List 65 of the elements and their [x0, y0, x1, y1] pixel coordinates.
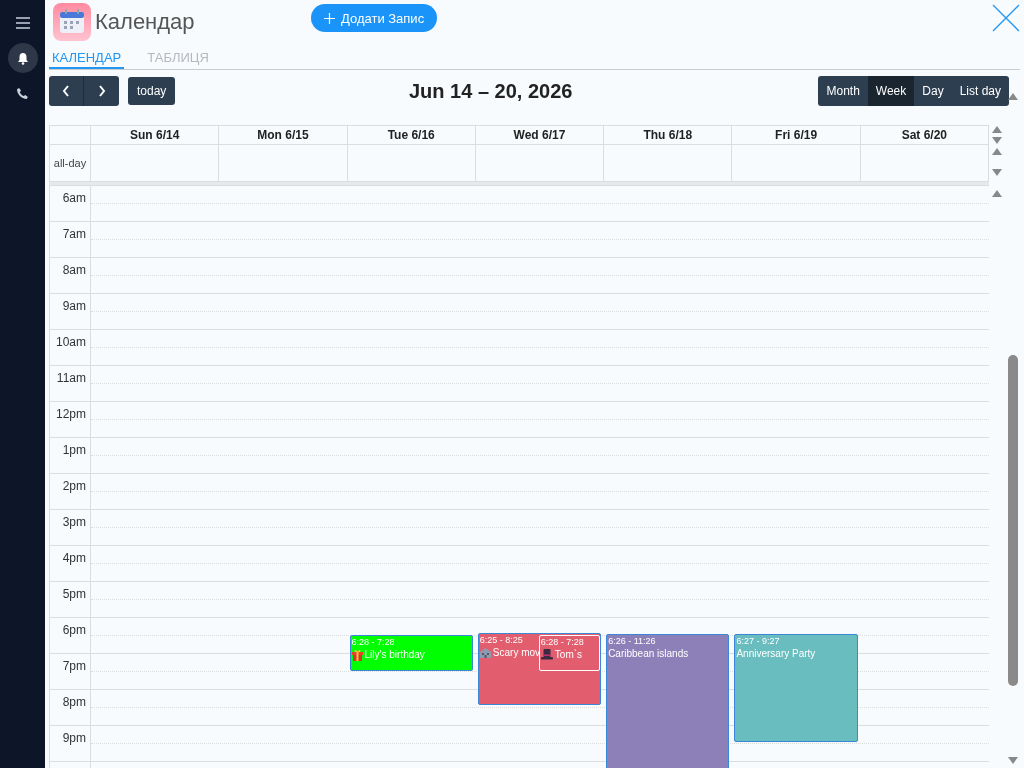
- event-time: 6:26 - 11:26: [608, 634, 656, 647]
- scroll-down-icon[interactable]: [992, 137, 1002, 144]
- time-label: 10am: [55, 335, 86, 349]
- event-title: Lily's birthday: [364, 647, 425, 662]
- date-range-title: Jun 14 – 20, 2026: [409, 79, 573, 103]
- time-label: 7am: [62, 227, 86, 241]
- scroll-up-icon[interactable]: [1008, 93, 1018, 100]
- close-icon[interactable]: [992, 4, 1020, 32]
- add-entry-button[interactable]: Додати Запис: [311, 4, 438, 32]
- time-label: 7pm: [62, 659, 86, 673]
- chevron-right-icon: [97, 85, 106, 97]
- day-header: Thu 6/18: [604, 125, 733, 144]
- event-time: 6:27 - 9:27: [736, 635, 780, 648]
- corner-cell: [50, 125, 91, 144]
- calendar-event[interactable]: 6:27 - 9:27 Anniversary Party: [734, 634, 858, 743]
- time-label: 6pm: [62, 623, 86, 637]
- scroll-down-icon[interactable]: [1008, 757, 1018, 764]
- time-label: 1pm: [62, 443, 86, 457]
- view-button[interactable]: Day: [914, 76, 952, 106]
- previous-button[interactable]: [49, 76, 84, 106]
- event-time: 6:25 - 8:25: [479, 634, 523, 646]
- time-label: 6am: [62, 191, 86, 205]
- bell-icon: [16, 51, 29, 65]
- scrollbar[interactable]: [1007, 93, 1019, 764]
- time-label: 3pm: [62, 515, 86, 529]
- calendar-event[interactable]: 6:28 - 7:28 Tom`s: [538, 634, 601, 671]
- calendar-logo-icon: [53, 3, 91, 41]
- tab[interactable]: КАЛЕНДАР: [49, 44, 125, 69]
- time-label: 5pm: [62, 587, 86, 601]
- today-button[interactable]: today: [128, 77, 176, 105]
- day-header: Tue 6/16: [347, 125, 476, 144]
- notifications-button[interactable]: [7, 43, 38, 73]
- time-label: 12pm: [55, 407, 86, 421]
- app-title: Календар: [95, 9, 196, 35]
- view-button[interactable]: List day: [951, 76, 1009, 106]
- event-title: Caribbean islands: [608, 646, 689, 661]
- menu-icon[interactable]: [14, 16, 31, 30]
- time-label: 11am: [56, 371, 86, 385]
- day-header: Fri 6/19: [732, 125, 861, 144]
- day-header: Sat 6/20: [860, 125, 989, 144]
- calendar-event[interactable]: 6:26 - 11:26 Caribbean islands: [606, 633, 730, 768]
- top-hat-icon: [540, 649, 553, 661]
- view-button[interactable]: Week: [867, 76, 915, 106]
- view-button[interactable]: Month: [818, 76, 868, 106]
- day-header: Mon 6/15: [219, 125, 348, 144]
- time-label: 2pm: [62, 479, 86, 493]
- event-time: 6:28 - 7:28: [351, 635, 395, 648]
- plus-icon: [324, 12, 335, 24]
- time-label: 4pm: [62, 551, 86, 565]
- event-title: Scary mov: [492, 646, 541, 660]
- next-button[interactable]: [84, 76, 119, 106]
- time-label: 8am: [62, 263, 86, 277]
- time-label: 8pm: [62, 695, 86, 709]
- calendar-event[interactable]: 6:25 - 8:25 Scary mov 6:28 - 7:28 Tom`s: [477, 633, 602, 705]
- chevron-left-icon: [62, 85, 70, 97]
- day-header: Wed 6/17: [475, 125, 605, 144]
- day-header: Sun 6/14: [91, 125, 220, 144]
- building-icon: [479, 648, 491, 658]
- gift-icon: [351, 648, 363, 661]
- time-label: 9am: [62, 299, 86, 313]
- scroll-down-icon[interactable]: [992, 169, 1002, 176]
- tab[interactable]: ТАБЛИЦЯ: [144, 44, 212, 69]
- phone-icon[interactable]: [16, 87, 29, 100]
- time-label: 9pm: [62, 731, 86, 745]
- event-title: Anniversary Party: [736, 647, 816, 662]
